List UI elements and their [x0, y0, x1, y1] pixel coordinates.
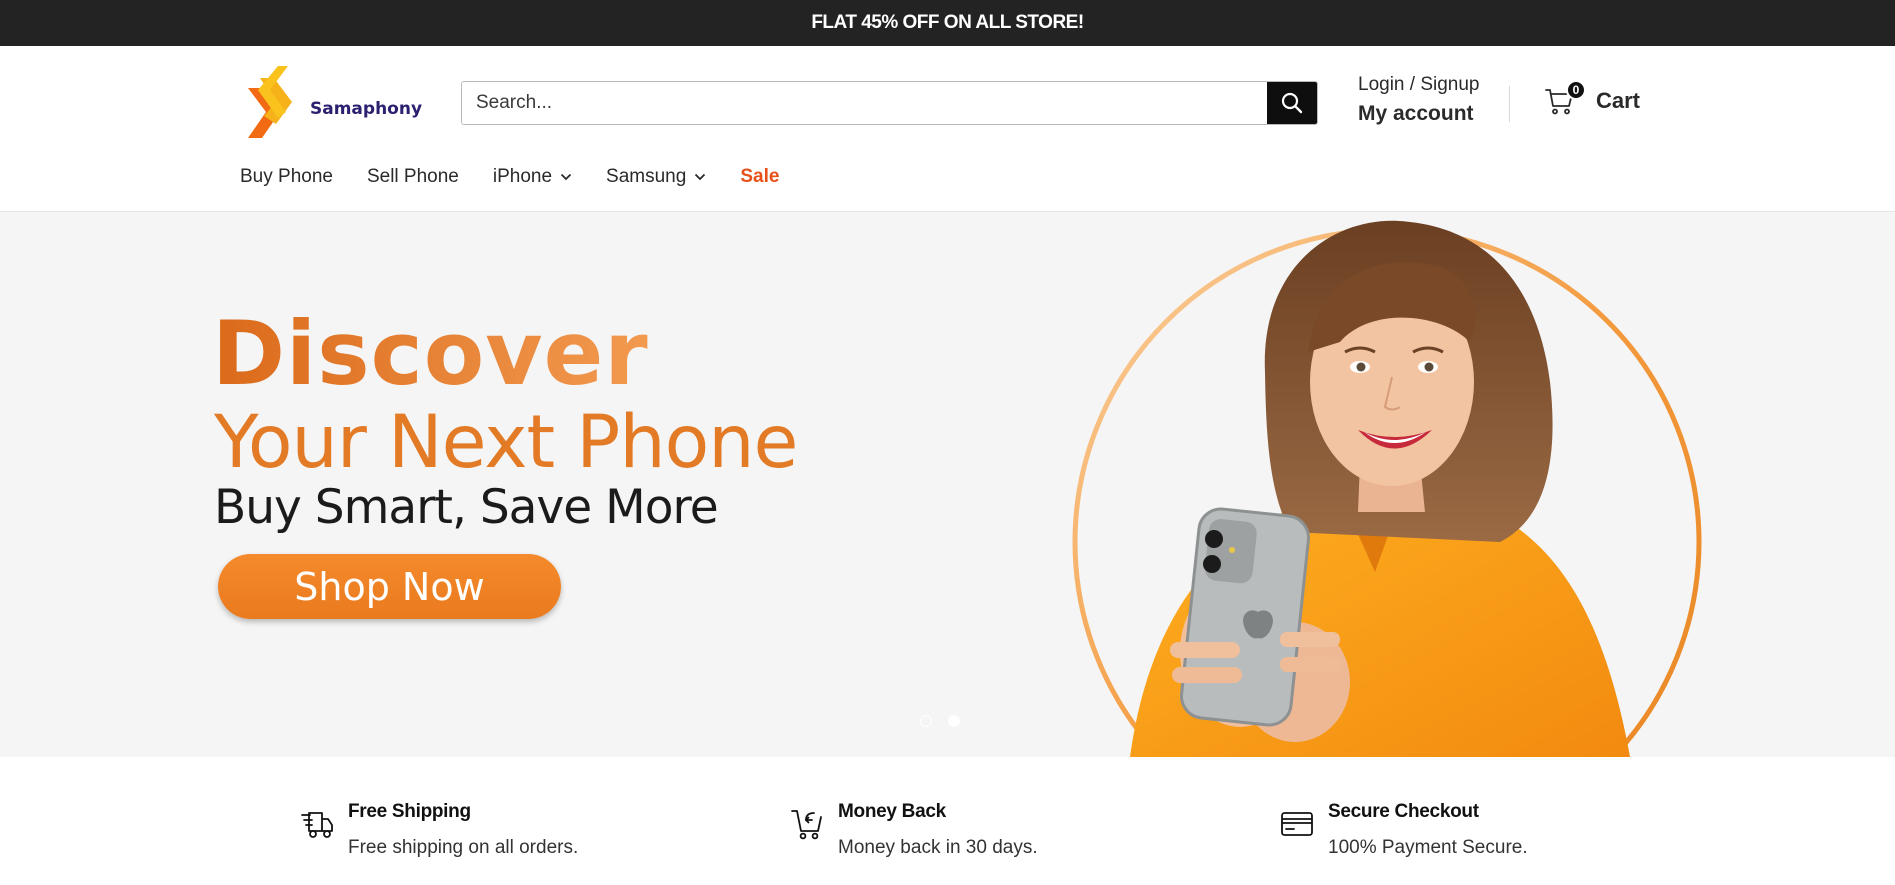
site-header: Samaphony Login / Signup My account 0 Ca… — [0, 46, 1895, 212]
slider-dot-1[interactable] — [920, 715, 932, 727]
feature-free-shipping: Free Shipping Free shipping on all order… — [300, 801, 578, 859]
nav-item-sale[interactable]: Sale — [740, 166, 779, 188]
nav-item-iphone[interactable]: iPhone — [493, 166, 572, 188]
nav-item-label: iPhone — [492, 166, 553, 187]
hero-tagline: Buy Smart, Save More — [214, 480, 719, 535]
login-signup-link[interactable]: Login / Signup — [1358, 74, 1480, 96]
nav-item-label: Buy Phone — [240, 166, 333, 187]
search-icon — [1281, 92, 1303, 114]
cart-button[interactable]: 0 Cart — [1544, 80, 1641, 116]
hero-title: Discover — [212, 302, 649, 405]
account-links: Login / Signup My account — [1358, 74, 1480, 126]
credit-card-icon — [1281, 812, 1313, 836]
nav-item-label: Sell Phone — [366, 166, 459, 187]
feature-desc: Money back in 30 days. — [838, 837, 1038, 858]
feature-title: Free Shipping — [348, 801, 471, 822]
feature-desc: Free shipping on all orders. — [348, 837, 579, 858]
brand-logo[interactable]: Samaphony — [240, 66, 430, 140]
feature-title: Secure Checkout — [1328, 801, 1479, 822]
promo-bar: FLAT 45% OFF ON ALL STORE! — [0, 0, 1895, 46]
double-chevron-logo-icon — [248, 66, 292, 138]
feature-desc: 100% Payment Secure. — [1328, 837, 1528, 858]
hero-subtitle: Your Next Phone — [214, 400, 798, 485]
cart-label: Cart — [1596, 88, 1641, 113]
cart-return-icon — [791, 810, 822, 840]
my-account-link[interactable]: My account — [1358, 102, 1480, 126]
nav-item-label: Sale — [740, 166, 780, 187]
search-bar — [461, 81, 1318, 125]
cart-icon-wrap: 0 — [1544, 80, 1586, 116]
slider-dot-2[interactable] — [948, 715, 960, 727]
hero-model-image — [1072, 220, 1702, 757]
nav-item-buy-phone[interactable]: Buy Phone — [240, 166, 333, 188]
promo-text: FLAT 45% OFF ON ALL STORE! — [811, 12, 1084, 33]
feature-secure-checkout: Secure Checkout 100% Payment Secure. — [1280, 801, 1528, 859]
feature-title: Money Back — [838, 801, 946, 822]
cart-count-badge: 0 — [1566, 80, 1586, 100]
feature-money-back: Money Back Money back in 30 days. — [790, 801, 1038, 859]
hero-banner: Discover Your Next Phone Buy Smart, Save… — [0, 212, 1895, 757]
chevron-down-icon — [560, 173, 572, 181]
shop-now-button[interactable]: Shop Now — [218, 554, 561, 619]
search-input[interactable] — [462, 82, 1267, 124]
nav-item-label: Samsung — [606, 166, 687, 187]
slider-dots — [920, 715, 976, 727]
main-nav: Buy Phone Sell Phone iPhone Samsung Sale — [240, 166, 813, 188]
features-strip: Free Shipping Free shipping on all order… — [0, 757, 1895, 885]
nav-item-sell-phone[interactable]: Sell Phone — [367, 166, 459, 188]
search-button[interactable] — [1267, 82, 1317, 124]
brand-name: Samaphony — [310, 99, 423, 119]
shipping-truck-icon — [301, 812, 333, 838]
header-divider — [1509, 86, 1510, 122]
nav-item-samsung[interactable]: Samsung — [606, 166, 706, 188]
chevron-down-icon — [695, 173, 706, 181]
